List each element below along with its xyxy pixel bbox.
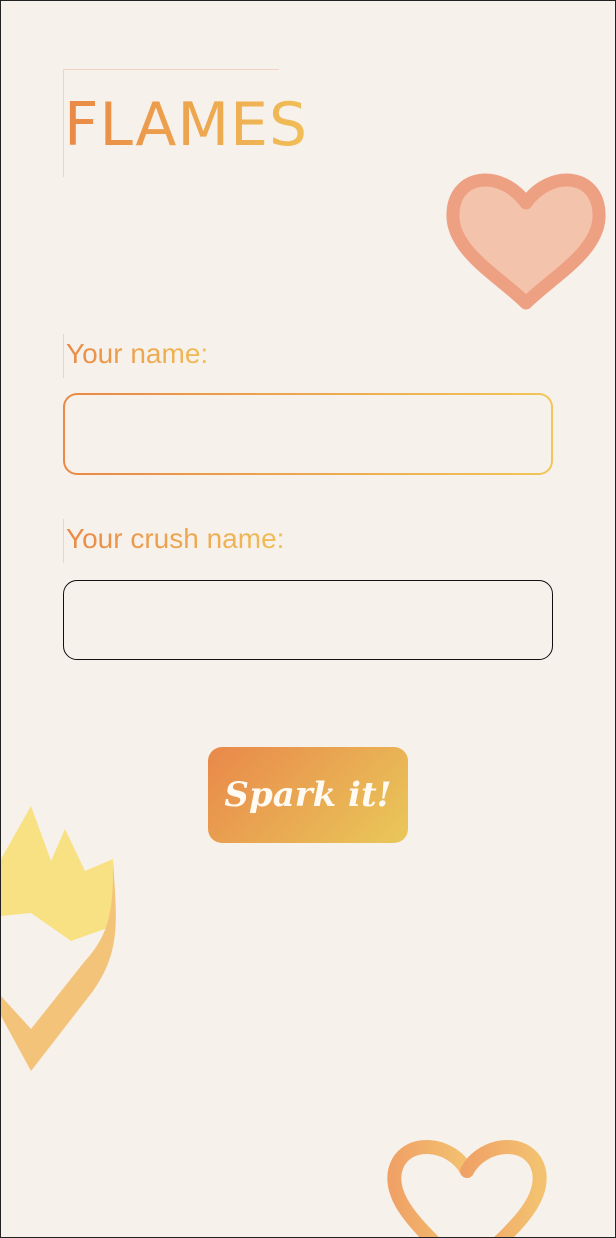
heart-outline-icon <box>387 1140 547 1237</box>
heart-icon <box>446 173 606 310</box>
flaming-heart-icon <box>1 806 116 1071</box>
crush-name-label: Your crush name: <box>63 519 284 563</box>
page-title: FLAMES <box>64 90 309 160</box>
spark-it-button[interactable]: Spark it! <box>208 747 408 843</box>
crush-name-field-wrapper <box>63 580 553 660</box>
name-label: Your name: <box>63 334 208 378</box>
crush-name-input[interactable] <box>63 580 553 660</box>
name-input[interactable] <box>65 395 551 473</box>
title-box: FLAMES <box>63 69 307 177</box>
app-screen: FLAMES Your name: Your crush name: Spark… <box>0 0 616 1238</box>
name-field-wrapper <box>63 393 553 475</box>
